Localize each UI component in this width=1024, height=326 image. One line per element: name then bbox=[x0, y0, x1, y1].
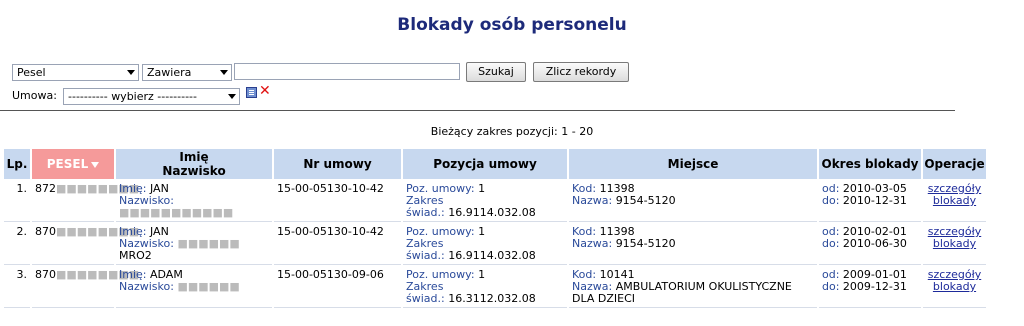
row-operacje: szczegóły blokady bbox=[923, 181, 986, 222]
search-field-value: Pesel bbox=[17, 66, 46, 79]
pesel-prefix: 870 bbox=[35, 268, 56, 281]
nazwa-value: AMBULATORIUM OKULISTYCZNE bbox=[615, 280, 792, 293]
chevron-down-icon bbox=[220, 70, 228, 75]
header-pesel-label: PESEL bbox=[46, 157, 89, 171]
row-lp: 3. bbox=[4, 267, 30, 308]
row-pesel: 870■■■■■■■■ bbox=[32, 267, 139, 308]
do-label: do: bbox=[822, 237, 840, 250]
search-mode-select[interactable]: Zawiera bbox=[142, 64, 232, 81]
do-value: 2009-12-31 bbox=[842, 280, 907, 293]
row-operacje: szczegóły blokady bbox=[923, 267, 986, 308]
nazwa-value: 9154-5120 bbox=[615, 194, 676, 207]
chevron-down-icon bbox=[127, 70, 135, 75]
search-input[interactable] bbox=[234, 63, 460, 80]
row-nr-umowy: 15-00-05130-10-42 bbox=[274, 181, 401, 222]
range-info: Bieżący zakres pozycji: 1 - 20 bbox=[430, 125, 594, 138]
swiad-label: świad.: bbox=[406, 249, 445, 262]
nazwa-value: 9154-5120 bbox=[615, 237, 676, 250]
umowa-label: Umowa: bbox=[12, 89, 57, 102]
row-pozycja: Poz. umowy: 1 Zakres świad.: 16.9114.032.0… bbox=[403, 224, 567, 265]
header-lp: Lp. bbox=[4, 149, 30, 179]
header-operacje: Operacje bbox=[923, 149, 986, 179]
header-imie: Imię bbox=[179, 150, 209, 164]
header-pozycja: Pozycja umowy bbox=[403, 149, 567, 179]
row-miejsce: Kod: 11398 Nazwa: 9154-5120 bbox=[569, 181, 817, 222]
row-miejsce: Kod: 10141 Nazwa: AMBULATORIUM OKULISTYCZ… bbox=[569, 267, 817, 308]
swiad-value: 16.9114.032.08 bbox=[448, 249, 536, 262]
poz-value: 1 bbox=[478, 268, 486, 281]
row-lp: 2. bbox=[4, 224, 30, 265]
row-okres: od: 2009-01-01 do: 2009-12-31 bbox=[819, 267, 921, 308]
swiad-label: świad.: bbox=[406, 206, 445, 219]
pesel-prefix: 870 bbox=[35, 225, 56, 238]
table-row: 1. 872■■■■■■■■ Imię: JAN Nazwisko: ■■■■■■■■… bbox=[4, 181, 986, 222]
row-pozycja: Poz. umowy: 1 Zakres świad.: 16.9114.032.0… bbox=[403, 181, 567, 222]
details-link[interactable]: szczegóły blokady bbox=[926, 183, 983, 207]
details-link[interactable]: szczegóły blokady bbox=[926, 269, 983, 293]
nazwisko-label: Nazwisko: bbox=[119, 280, 174, 293]
header-nr-umowy: Nr umowy bbox=[274, 149, 401, 179]
umowa-select-value: ---------- wybierz ---------- bbox=[68, 90, 197, 103]
nazwisko-extra: MRO2 bbox=[119, 249, 152, 262]
do-value: 2010-12-31 bbox=[842, 194, 907, 207]
umowa-select[interactable]: ---------- wybierz ---------- bbox=[63, 88, 240, 105]
row-nr-umowy: 15-00-05130-10-42 bbox=[274, 224, 401, 265]
search-field-select[interactable]: Pesel bbox=[12, 64, 139, 81]
row-pesel: 870■■■■■■■■ bbox=[32, 224, 139, 265]
do-label: do: bbox=[822, 280, 840, 293]
search-button[interactable]: Szukaj bbox=[466, 62, 526, 82]
pesel-prefix: 872 bbox=[35, 182, 56, 195]
results-table: Lp. PESEL Imię Nazwisko Nr umowy Pozycja … bbox=[2, 147, 988, 310]
nazwa-label: Nazwa: bbox=[572, 194, 613, 207]
row-pozycja: Poz. umowy: 1 Zakres świad.: 16.3112.032.0… bbox=[403, 267, 567, 308]
row-miejsce: Kod: 11398 Nazwa: 9154-5120 bbox=[569, 224, 817, 265]
row-person: Imię: JAN Nazwisko: ■■■■■■■■■■■ bbox=[116, 181, 272, 222]
row-pesel: 872■■■■■■■■ bbox=[32, 181, 139, 222]
table-row: 3. 870■■■■■■■■ Imię: ADAM Nazwisko: ■■■■■■ 1… bbox=[4, 267, 986, 308]
nazwisko-masked: ■■■■■■ bbox=[177, 280, 240, 293]
details-link-line2: blokady bbox=[932, 194, 977, 207]
swiad-value: 16.9114.032.08 bbox=[448, 206, 536, 219]
row-lp: 1. bbox=[4, 181, 30, 222]
details-link-line2: blokady bbox=[932, 280, 977, 293]
do-value: 2010-06-30 bbox=[842, 237, 907, 250]
details-link-line2: blokady bbox=[932, 237, 977, 250]
swiad-label: świad.: bbox=[406, 292, 445, 305]
header-nazwisko: Nazwisko bbox=[162, 164, 226, 178]
clear-icon[interactable]: ✕ bbox=[259, 84, 271, 98]
row-person: Imię: JAN Nazwisko: ■■■■■■ MRO2 bbox=[116, 224, 272, 265]
chevron-down-icon bbox=[228, 94, 236, 99]
details-link[interactable]: szczegóły blokady bbox=[926, 226, 983, 250]
header-miejsce: Miejsce bbox=[569, 149, 817, 179]
search-mode-value: Zawiera bbox=[147, 66, 192, 79]
nazwa-label: Nazwa: bbox=[572, 237, 613, 250]
row-nr-umowy: 15-00-05130-09-06 bbox=[274, 267, 401, 308]
row-operacje: szczegóły blokady bbox=[923, 224, 986, 265]
poz-value: 1 bbox=[478, 182, 486, 195]
header-imie-nazwisko: Imię Nazwisko bbox=[116, 149, 272, 179]
do-label: do: bbox=[822, 194, 840, 207]
poz-value: 1 bbox=[478, 225, 486, 238]
nazwisko-masked: ■■■■■■ bbox=[177, 237, 240, 250]
divider bbox=[0, 110, 955, 111]
sort-desc-icon bbox=[91, 161, 100, 168]
table-header-row: Lp. PESEL Imię Nazwisko Nr umowy Pozycja … bbox=[4, 149, 986, 179]
list-icon[interactable] bbox=[246, 87, 257, 98]
nazwisko-masked: ■■■■■■■■■■■ bbox=[119, 206, 234, 219]
nazwa-extra: DLA DZIECI bbox=[572, 292, 635, 305]
count-records-button[interactable]: Zlicz rekordy bbox=[533, 62, 629, 82]
header-pesel[interactable]: PESEL bbox=[32, 149, 114, 179]
swiad-value: 16.3112.032.08 bbox=[448, 292, 536, 305]
page-title: Blokady osób personelu bbox=[397, 15, 627, 35]
header-okres: Okres blokady bbox=[819, 149, 921, 179]
row-person: Imię: ADAM Nazwisko: ■■■■■■ bbox=[116, 267, 272, 308]
table-row: 2. 870■■■■■■■■ Imię: JAN Nazwisko: ■■■■■■ MR… bbox=[4, 224, 986, 265]
row-okres: od: 2010-03-05 do: 2010-12-31 bbox=[819, 181, 921, 222]
row-okres: od: 2010-02-01 do: 2010-06-30 bbox=[819, 224, 921, 265]
